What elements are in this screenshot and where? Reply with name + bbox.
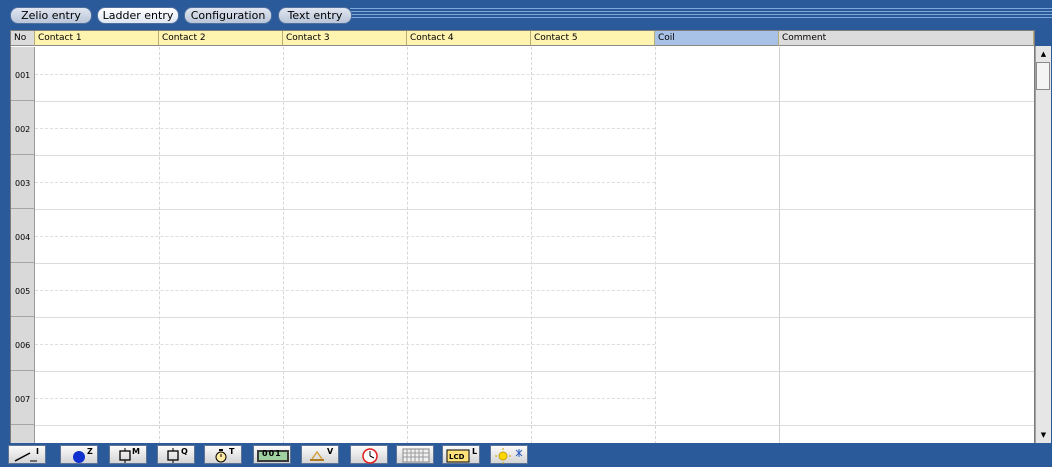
- scroll-down-button[interactable]: ▼: [1036, 428, 1051, 442]
- row-separator: [35, 425, 1034, 426]
- row-separator: [35, 263, 1034, 264]
- keypad-tool[interactable]: [396, 445, 434, 464]
- tool-letter: I: [36, 447, 39, 456]
- grid-line: [159, 47, 160, 444]
- tool-letter: 001: [262, 449, 282, 458]
- scroll-thumb[interactable]: [1036, 62, 1050, 90]
- auxiliary-relay-tool[interactable]: M: [109, 445, 147, 464]
- zx-key-icon: [73, 451, 85, 463]
- tab-label: Ladder entry: [102, 9, 174, 22]
- row-number-003[interactable]: 003: [11, 155, 35, 209]
- tab-label: Configuration: [190, 9, 266, 22]
- row-number-partial: [11, 425, 35, 444]
- ladder-grid[interactable]: No Contact 1 Contact 2 Contact 3 Contact…: [10, 30, 1035, 445]
- row-separator: [35, 101, 1034, 102]
- output-relay-icon: [167, 448, 179, 463]
- ladder-frame: No Contact 1 Contact 2 Contact 3 Contact…: [0, 30, 1052, 445]
- row-separator: [35, 155, 1034, 156]
- scroll-up-button[interactable]: ▲: [1036, 47, 1051, 61]
- row-number-002[interactable]: 002: [11, 101, 35, 155]
- column-header-comment[interactable]: Comment: [779, 31, 1034, 46]
- tool-letter: Z: [87, 447, 93, 456]
- tab-configuration[interactable]: Configuration: [184, 7, 272, 24]
- grid-line: [779, 47, 780, 444]
- counter-tool[interactable]: 001: [253, 445, 291, 464]
- function-toolbar: I Z M Q T 001 V LCD L: [0, 443, 1052, 467]
- tool-letter: M: [132, 447, 140, 456]
- contact-input-icon: [14, 452, 37, 462]
- contact-input-tool[interactable]: I: [8, 445, 46, 464]
- keypad-icon: [402, 448, 430, 463]
- tab-strip-stripe: [350, 8, 1052, 20]
- vertical-scrollbar[interactable]: ▲ ▼: [1035, 46, 1051, 443]
- tool-letter: Q: [181, 447, 188, 456]
- grid-line: [655, 47, 656, 444]
- summer-winter-tool[interactable]: [490, 445, 528, 464]
- timer-tool[interactable]: T: [204, 445, 242, 464]
- tab-label: Text entry: [287, 9, 343, 22]
- svg-text:LCD: LCD: [449, 453, 465, 461]
- row-number-005[interactable]: 005: [11, 263, 35, 317]
- rung-line: [35, 344, 655, 345]
- analog-comparator-tool[interactable]: V: [301, 445, 339, 464]
- tab-text-entry[interactable]: Text entry: [278, 7, 352, 24]
- tool-letter: L: [472, 447, 478, 456]
- clock-icon: [362, 448, 378, 464]
- row-number-006[interactable]: 006: [11, 317, 35, 371]
- row-separator: [35, 209, 1034, 210]
- column-header-contact-5[interactable]: Contact 5: [531, 31, 655, 46]
- column-header-contact-3[interactable]: Contact 3: [283, 31, 407, 46]
- tool-letter: T: [229, 447, 235, 456]
- timer-icon: [215, 449, 227, 463]
- rung-line: [35, 236, 655, 237]
- row-number-001[interactable]: 001: [11, 47, 35, 101]
- tab-ladder-entry[interactable]: Ladder entry: [97, 7, 179, 24]
- rung-line: [35, 74, 655, 75]
- tab-strip: Zelio entry Ladder entry Configuration T…: [0, 0, 1052, 30]
- column-header-contact-4[interactable]: Contact 4: [407, 31, 531, 46]
- row-separator: [35, 317, 1034, 318]
- rung-line: [35, 290, 655, 291]
- grid-line: [531, 47, 532, 444]
- lcd-text-tool[interactable]: LCD L: [442, 445, 480, 464]
- rung-line: [35, 128, 655, 129]
- analog-comparator-icon: [310, 450, 324, 461]
- summer-winter-icon: [495, 448, 523, 464]
- rung-line: [35, 182, 655, 183]
- tool-letter: V: [327, 447, 334, 456]
- row-number-007[interactable]: 007: [11, 371, 35, 425]
- rung-line: [35, 398, 655, 399]
- tab-label: Zelio entry: [21, 9, 81, 22]
- column-header-no[interactable]: No: [11, 31, 35, 46]
- output-relay-tool[interactable]: Q: [157, 445, 195, 464]
- row-number-004[interactable]: 004: [11, 209, 35, 263]
- clock-tool[interactable]: [350, 445, 388, 464]
- column-header-contact-2[interactable]: Contact 2: [159, 31, 283, 46]
- auxiliary-relay-icon: [119, 448, 131, 463]
- row-separator: [35, 371, 1034, 372]
- grid-line: [407, 47, 408, 444]
- column-header-contact-1[interactable]: Contact 1: [35, 31, 159, 46]
- grid-line: [283, 47, 284, 444]
- tab-zelio-entry[interactable]: Zelio entry: [10, 7, 92, 24]
- zx-key-tool[interactable]: Z: [60, 445, 98, 464]
- column-header-coil[interactable]: Coil: [655, 31, 779, 46]
